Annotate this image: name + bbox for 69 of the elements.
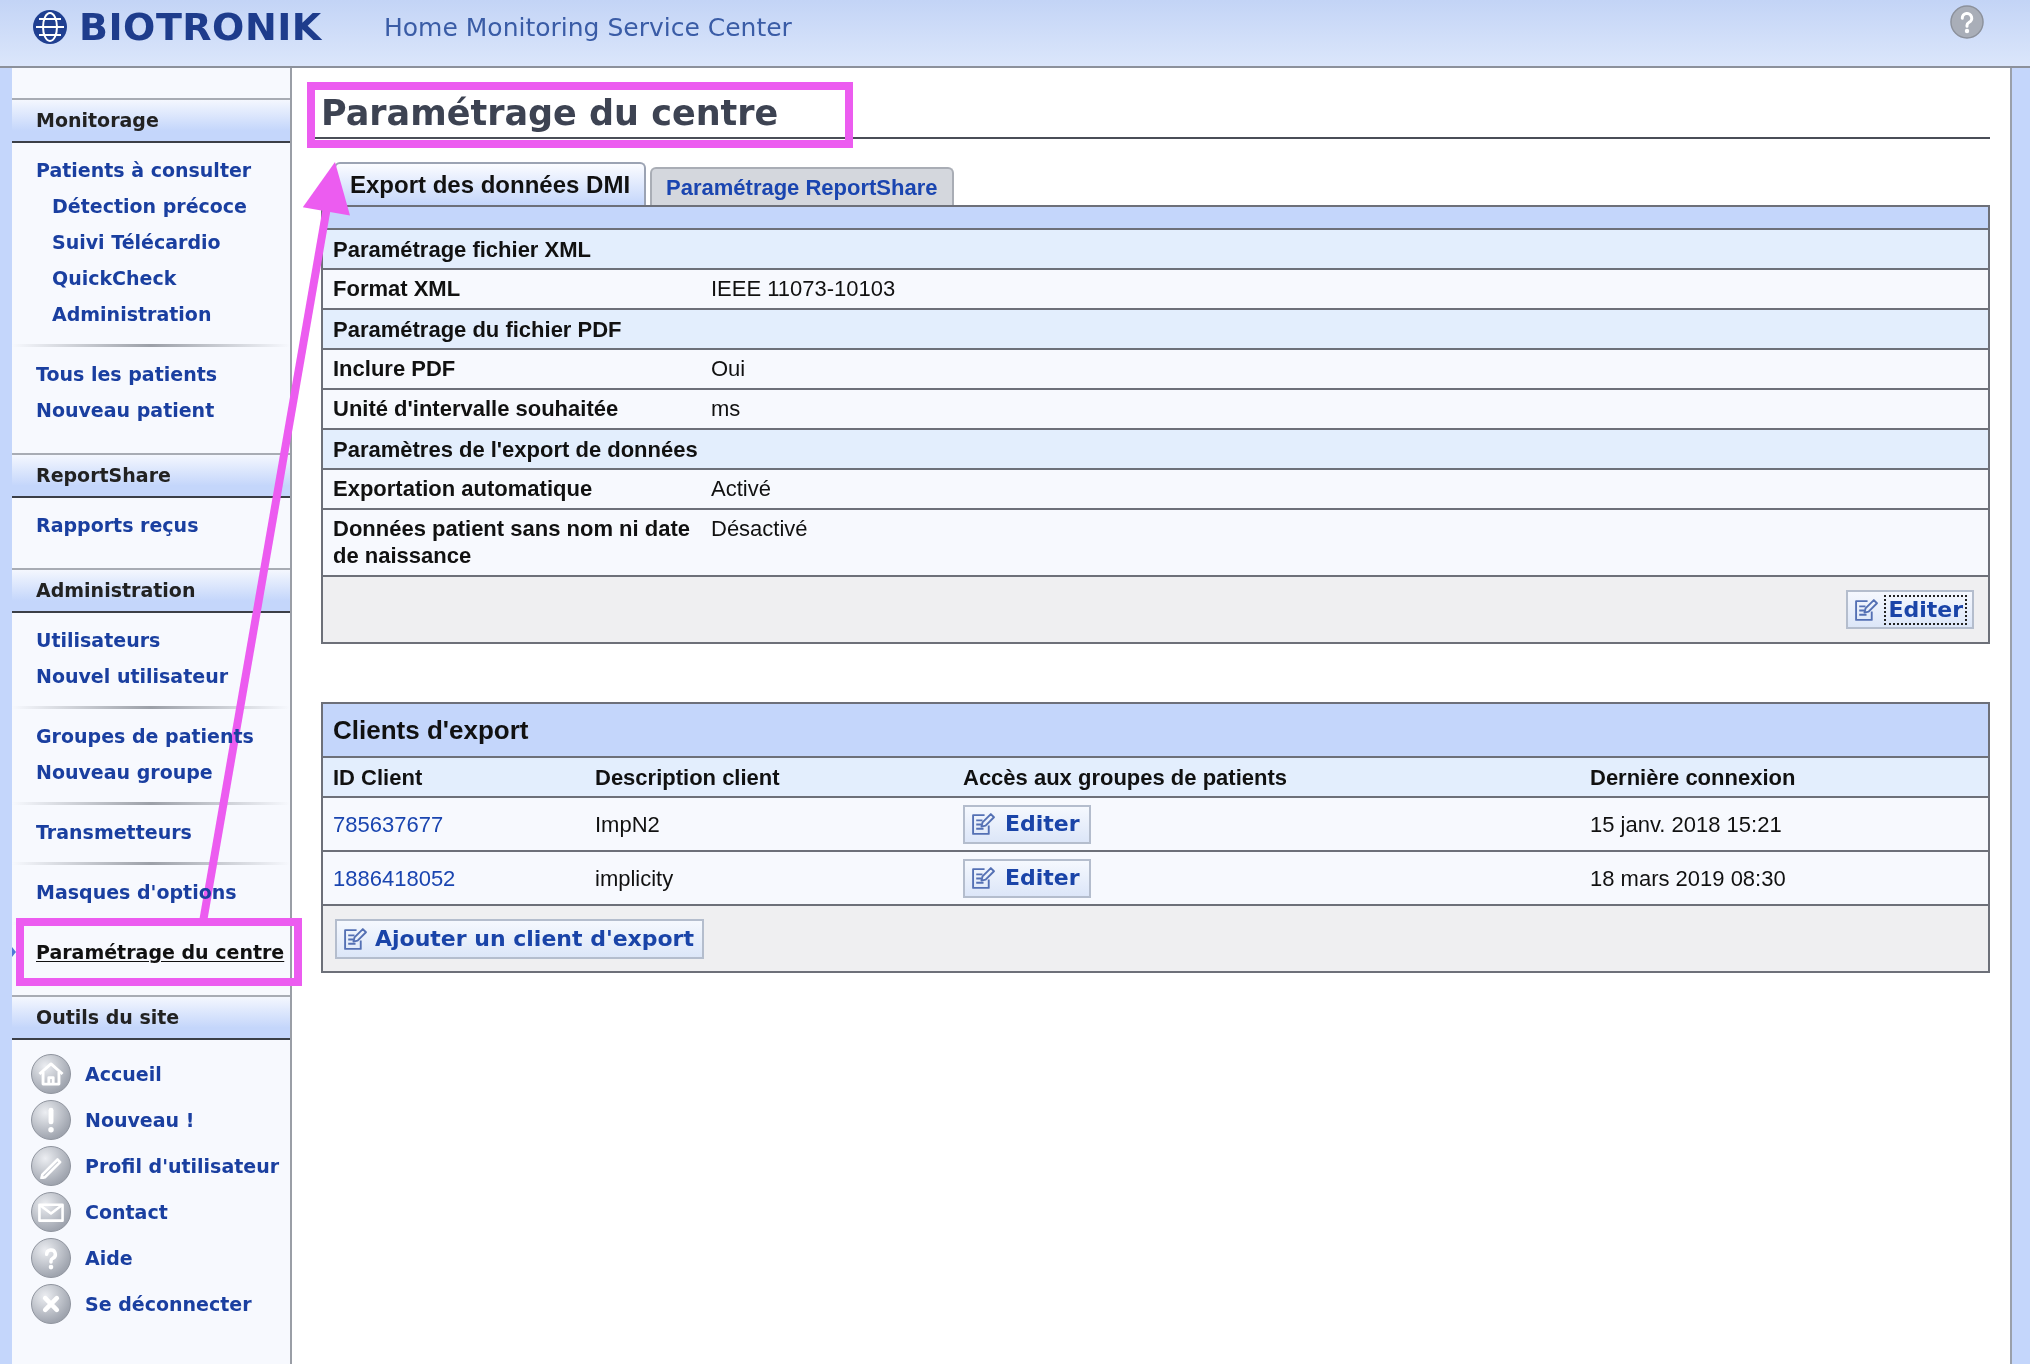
nav-link[interactable]: Patients à consulter (36, 158, 252, 182)
nav-link[interactable]: Se déconnecter (85, 1292, 252, 1316)
nav-link[interactable]: Nouveau groupe (36, 760, 213, 784)
field-value: Désactivé (711, 515, 808, 542)
nav-link[interactable]: Nouvel utilisateur (36, 664, 229, 688)
section-heading: Paramétrage du fichier PDF (333, 315, 622, 343)
exclamation-icon (31, 1100, 71, 1140)
edit-button[interactable]: Editer (963, 858, 1091, 898)
field-value: ms (711, 395, 741, 422)
nav-link[interactable]: Tous les patients (36, 362, 218, 386)
nav-link[interactable]: QuickCheck (52, 266, 177, 290)
table-cell-text: 15 janv. 2018 15:21 (1590, 810, 1782, 839)
logo-icon (33, 10, 67, 44)
sidebar-section-header: Outils du site (12, 995, 290, 1040)
nav-link[interactable]: Nouveau ! (85, 1108, 195, 1132)
pointer-icon (12, 947, 16, 957)
column-header: Dernière connexion (1590, 763, 1796, 792)
field-label: Unité d'intervalle souhaitée (333, 395, 619, 422)
nav-link[interactable]: Aide (85, 1246, 133, 1270)
column-header: ID Client (333, 763, 423, 792)
field-label: Format XML (333, 275, 461, 302)
edit-icon (343, 927, 367, 950)
close-icon (31, 1284, 71, 1324)
nav-link[interactable]: Nouveau patient (36, 398, 215, 422)
column-header: Accès aux groupes de patients (963, 763, 1287, 792)
help-icon[interactable] (1950, 5, 1984, 39)
page-title: Paramétrage du centre (321, 92, 779, 134)
sidebar-section-header: ReportShare (12, 453, 290, 498)
column-header: Description client (595, 763, 780, 792)
edit-icon (971, 813, 995, 835)
field-value: IEEE 11073-10103 (711, 275, 896, 302)
field-value: Activé (711, 475, 771, 502)
nav-link[interactable]: Accueil (85, 1062, 162, 1086)
nav-link[interactable]: Transmetteurs (36, 820, 192, 844)
section-heading: Paramètres de l'export de données (333, 435, 698, 463)
pencil-icon (31, 1146, 71, 1186)
nav-link[interactable]: Rapports reçus (36, 513, 199, 537)
field-label: Exportation automatique (333, 475, 593, 502)
edit-icon (971, 867, 995, 889)
nav-link[interactable]: Contact (85, 1200, 168, 1224)
client-id-link[interactable]: 785637677 (333, 807, 444, 841)
logo-text: BIOTRONIK (79, 8, 322, 46)
sidebar-section-header: Administration (12, 568, 290, 613)
table-title: Clients d'export (333, 713, 529, 747)
tab[interactable]: Export des données DMI (334, 162, 647, 205)
nav-link[interactable]: Détection précoce (52, 194, 247, 218)
nav-link[interactable]: Paramétrage du centre (36, 940, 285, 964)
app-title: Home Monitoring Service Center (384, 12, 792, 45)
client-id-link[interactable]: 1886418052 (333, 861, 456, 895)
table-cell-text: 18 mars 2019 08:30 (1590, 864, 1786, 893)
nav-link[interactable]: Suivi Télécardio (52, 230, 221, 254)
field-value: Oui (711, 355, 746, 382)
field-label: Données patient sans nom ni date de naissance (333, 515, 691, 569)
nav-link[interactable]: Utilisateurs (36, 628, 161, 652)
edit-button[interactable]: Editer (963, 804, 1091, 844)
nav-link[interactable]: Administration (52, 302, 212, 326)
edit-button[interactable]: Editer (1846, 590, 1974, 629)
edit-icon (1854, 598, 1879, 621)
envelope-icon (31, 1192, 71, 1232)
table-cell-text: ImpN2 (595, 810, 660, 839)
sidebar-section-header: Monitorage (12, 98, 290, 143)
nav-link[interactable]: Profil d'utilisateur (85, 1154, 280, 1178)
tab[interactable]: Paramétrage ReportShare (650, 167, 954, 205)
section-heading: Paramétrage fichier XML (333, 235, 591, 263)
table-cell-text: implicity (595, 864, 674, 893)
add-client-button[interactable]: Ajouter un client d'export (335, 918, 704, 959)
house-icon (31, 1054, 71, 1094)
help-icon (31, 1238, 71, 1278)
field-label: Inclure PDF (333, 355, 456, 382)
